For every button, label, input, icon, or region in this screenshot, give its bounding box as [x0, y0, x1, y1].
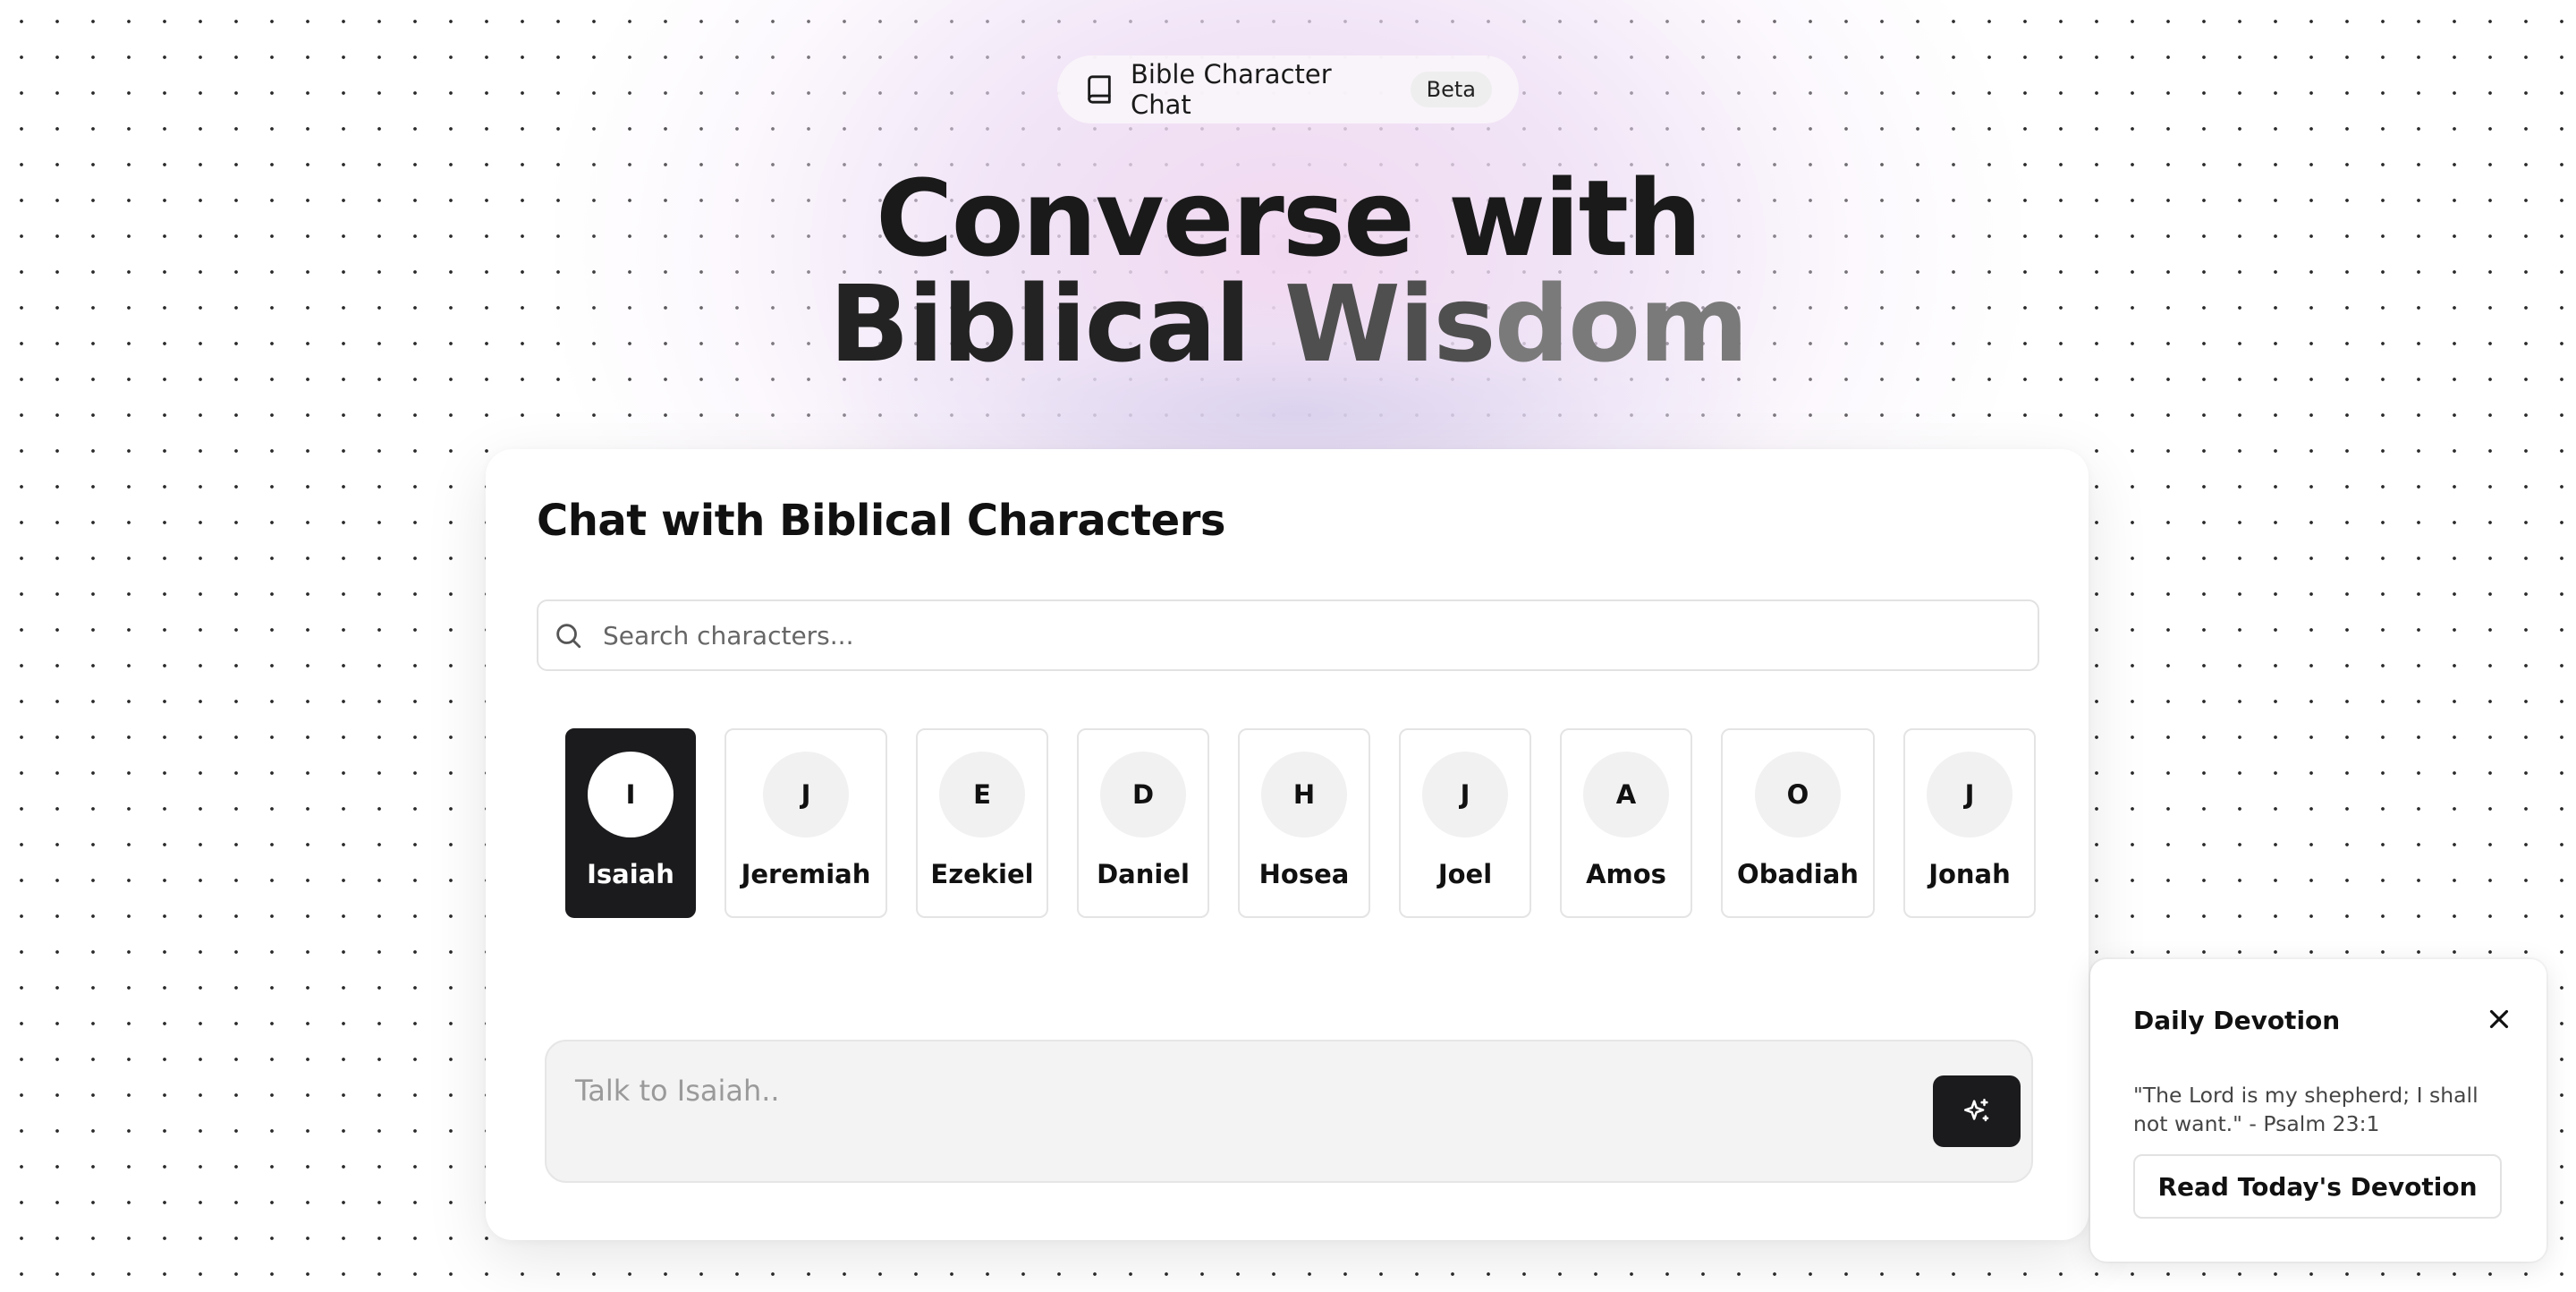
- beta-badge: Beta: [1410, 72, 1492, 107]
- character-name: Ezekiel: [930, 859, 1034, 889]
- character-card-joel[interactable]: J Joel: [1399, 728, 1531, 918]
- character-card-isaiah[interactable]: I Isaiah: [565, 728, 696, 918]
- hero-word-dom: dom: [1494, 262, 1749, 386]
- character-card-daniel[interactable]: D Daniel: [1077, 728, 1209, 918]
- book-icon: [1084, 74, 1114, 105]
- search-input[interactable]: [601, 619, 2038, 651]
- character-name: Joel: [1437, 859, 1493, 889]
- devotion-verse: "The Lord is my shepherd; I shall not wa…: [2133, 1083, 2479, 1136]
- character-avatar: O: [1755, 752, 1841, 837]
- message-input[interactable]: [573, 1072, 1883, 1147]
- daily-devotion-panel: Daily Devotion "The Lord is my shepherd;…: [2090, 959, 2546, 1262]
- message-composer: [545, 1040, 2033, 1183]
- hero-title: Converse with Biblical Wisdom: [0, 166, 2576, 377]
- search-box[interactable]: [537, 599, 2039, 671]
- chat-card: Chat with Biblical Characters I Isaiah J…: [486, 449, 2089, 1240]
- hero-line-1: Converse with: [875, 157, 1702, 280]
- character-name: Amos: [1586, 859, 1666, 889]
- character-avatar: E: [939, 752, 1025, 837]
- app-header-pill: Bible Character Chat Beta: [1057, 55, 1519, 123]
- character-name: Jonah: [1928, 859, 2011, 889]
- character-card-jonah[interactable]: J Jonah: [1903, 728, 2036, 918]
- character-name: Daniel: [1097, 859, 1190, 889]
- character-card-ezekiel[interactable]: E Ezekiel: [916, 728, 1048, 918]
- character-list: I Isaiah J Jeremiah E Ezekiel D Daniel H…: [565, 728, 2036, 918]
- character-card-jeremiah[interactable]: J Jeremiah: [724, 728, 887, 918]
- hero-word-biblical: Biblical: [828, 262, 1251, 386]
- character-name: Hosea: [1258, 859, 1350, 889]
- send-button[interactable]: [1933, 1075, 2021, 1147]
- character-avatar: J: [1422, 752, 1508, 837]
- character-avatar: J: [1927, 752, 2012, 837]
- close-icon[interactable]: [2484, 1004, 2514, 1034]
- devotion-title: Daily Devotion: [2133, 1006, 2341, 1035]
- character-card-obadiah[interactable]: O Obadiah: [1721, 728, 1875, 918]
- character-avatar: A: [1583, 752, 1669, 837]
- hero-line-2: Biblical Wisdom: [0, 271, 2576, 377]
- hero-word-wis: Wis: [1284, 262, 1496, 386]
- character-card-hosea[interactable]: H Hosea: [1238, 728, 1370, 918]
- character-avatar: J: [763, 752, 849, 837]
- character-avatar: I: [588, 752, 674, 837]
- chat-card-title: Chat with Biblical Characters: [537, 496, 1225, 546]
- character-card-amos[interactable]: A Amos: [1560, 728, 1692, 918]
- character-name: Obadiah: [1737, 859, 1859, 889]
- search-icon: [556, 624, 581, 649]
- character-name: Jeremiah: [741, 859, 871, 889]
- character-name: Isaiah: [587, 859, 674, 889]
- read-devotion-button[interactable]: Read Today's Devotion: [2133, 1154, 2502, 1219]
- app-name: Bible Character Chat: [1131, 59, 1332, 120]
- character-avatar: D: [1100, 752, 1186, 837]
- character-avatar: H: [1261, 752, 1347, 837]
- sparkles-icon: [1963, 1098, 1989, 1122]
